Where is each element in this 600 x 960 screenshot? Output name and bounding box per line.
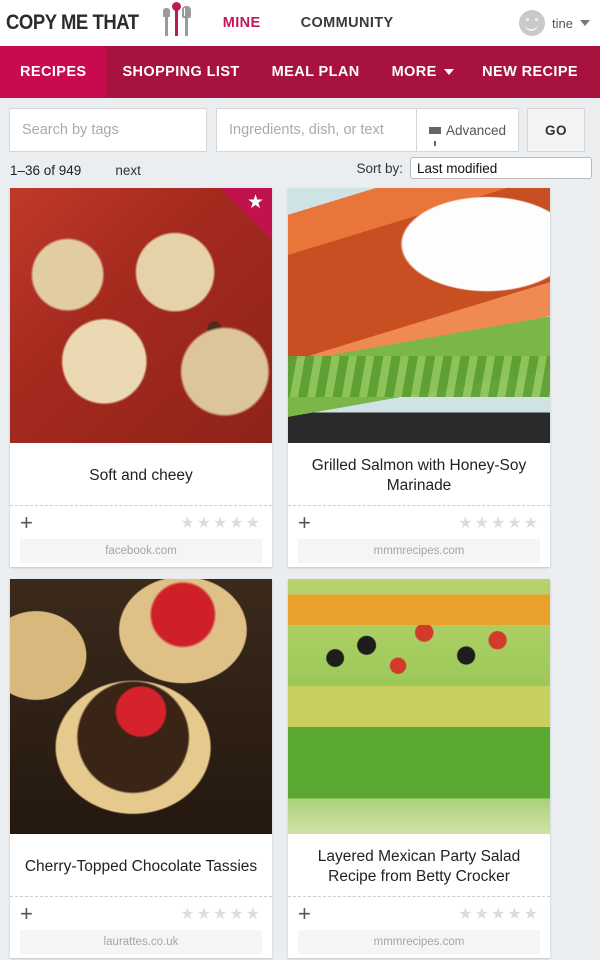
recipe-card[interactable]: ★ Soft and cheey + ★★★★★ facebook.com bbox=[10, 188, 272, 567]
recipe-card[interactable]: Layered Mexican Party Salad Recipe from … bbox=[288, 579, 550, 958]
sort-by-label: Sort by: bbox=[356, 160, 403, 176]
recipe-card[interactable]: Grilled Salmon with Honey-Soy Marinade +… bbox=[288, 188, 550, 567]
result-count: 1–36 of 949 bbox=[10, 162, 82, 178]
recipe-actions: + ★★★★★ bbox=[288, 896, 550, 930]
smiley-face-icon bbox=[519, 10, 546, 36]
recipe-image[interactable] bbox=[288, 188, 550, 443]
recipe-card[interactable]: Cherry-Topped Chocolate Tassies + ★★★★★ … bbox=[10, 579, 272, 958]
nav-item-shopping-list[interactable]: SHOPPING LIST bbox=[106, 46, 255, 98]
search-tags-input[interactable]: Search by tags bbox=[9, 108, 207, 152]
recipe-image[interactable] bbox=[288, 579, 550, 834]
nav-item-more-label: MORE bbox=[391, 64, 437, 80]
recipe-source: laurattes.co.uk bbox=[20, 930, 262, 954]
chevron-down-icon bbox=[443, 69, 454, 75]
search-text-input[interactable]: Ingredients, dish, or text bbox=[216, 108, 416, 152]
top-nav-item-community[interactable]: COMMUNITY bbox=[301, 15, 394, 31]
recipe-source: mmmrecipes.com bbox=[298, 539, 540, 563]
top-nav-item-mine[interactable]: MINE bbox=[223, 15, 261, 31]
recipe-image[interactable]: ★ bbox=[10, 188, 272, 443]
go-button[interactable]: GO bbox=[527, 108, 586, 152]
sort-control: Sort by: Last modified bbox=[356, 157, 592, 179]
recipe-title[interactable]: Soft and cheey bbox=[10, 443, 272, 505]
rating-stars[interactable]: ★★★★★ bbox=[180, 904, 262, 924]
filter-funnel-icon bbox=[429, 126, 441, 146]
rating-stars[interactable]: ★★★★★ bbox=[458, 904, 540, 924]
sort-by-select[interactable]: Last modified bbox=[410, 157, 592, 179]
plus-icon[interactable]: + bbox=[20, 511, 33, 534]
user-name: tine bbox=[552, 15, 573, 31]
advanced-search-button[interactable]: Advanced bbox=[416, 108, 520, 152]
chevron-down-icon bbox=[580, 20, 590, 26]
search-text-group: Ingredients, dish, or text Advanced bbox=[216, 108, 520, 156]
top-nav: MINE COMMUNITY bbox=[223, 15, 394, 31]
recipe-title[interactable]: Cherry-Topped Chocolate Tassies bbox=[10, 834, 272, 896]
recipe-title[interactable]: Layered Mexican Party Salad Recipe from … bbox=[288, 834, 550, 896]
recipe-grid: ★ Soft and cheey + ★★★★★ facebook.com Gr… bbox=[0, 184, 600, 960]
recipe-image[interactable] bbox=[10, 579, 272, 834]
recipe-source: facebook.com bbox=[20, 539, 262, 563]
top-bar: COPY ME THAT MINE COMMUNITY tine bbox=[0, 0, 600, 46]
recipe-source: mmmrecipes.com bbox=[298, 930, 540, 954]
search-bar: Search by tags Ingredients, dish, or tex… bbox=[0, 98, 600, 156]
nav-item-more[interactable]: MORE bbox=[376, 46, 470, 98]
user-account-menu[interactable]: tine bbox=[519, 0, 590, 46]
nav-item-meal-plan[interactable]: MEAL PLAN bbox=[256, 46, 376, 98]
star-icon[interactable]: ★ bbox=[247, 193, 264, 212]
recipe-actions: + ★★★★★ bbox=[10, 505, 272, 539]
recipe-title[interactable]: Grilled Salmon with Honey-Soy Marinade bbox=[288, 443, 550, 505]
rating-stars[interactable]: ★★★★★ bbox=[180, 513, 262, 533]
utensils-icon bbox=[161, 2, 197, 38]
next-page-link[interactable]: next bbox=[115, 163, 141, 178]
pagination-row: 1–36 of 949 next Sort by: Last modified bbox=[0, 156, 600, 184]
new-recipe-button[interactable]: NEW RECIPE bbox=[466, 46, 594, 98]
site-logo[interactable]: COPY ME THAT bbox=[0, 2, 197, 38]
nav-item-recipes[interactable]: RECIPES bbox=[0, 46, 107, 98]
logo-text: COPY ME THAT bbox=[6, 11, 139, 34]
recipe-actions: + ★★★★★ bbox=[10, 896, 272, 930]
plus-icon[interactable]: + bbox=[298, 902, 311, 925]
main-nav: RECIPES SHOPPING LIST MEAL PLAN MORE NEW… bbox=[0, 46, 600, 98]
rating-stars[interactable]: ★★★★★ bbox=[458, 513, 540, 533]
plus-icon[interactable]: + bbox=[298, 511, 311, 534]
recipe-actions: + ★★★★★ bbox=[288, 505, 550, 539]
plus-icon[interactable]: + bbox=[20, 902, 33, 925]
advanced-label: Advanced bbox=[446, 122, 507, 138]
